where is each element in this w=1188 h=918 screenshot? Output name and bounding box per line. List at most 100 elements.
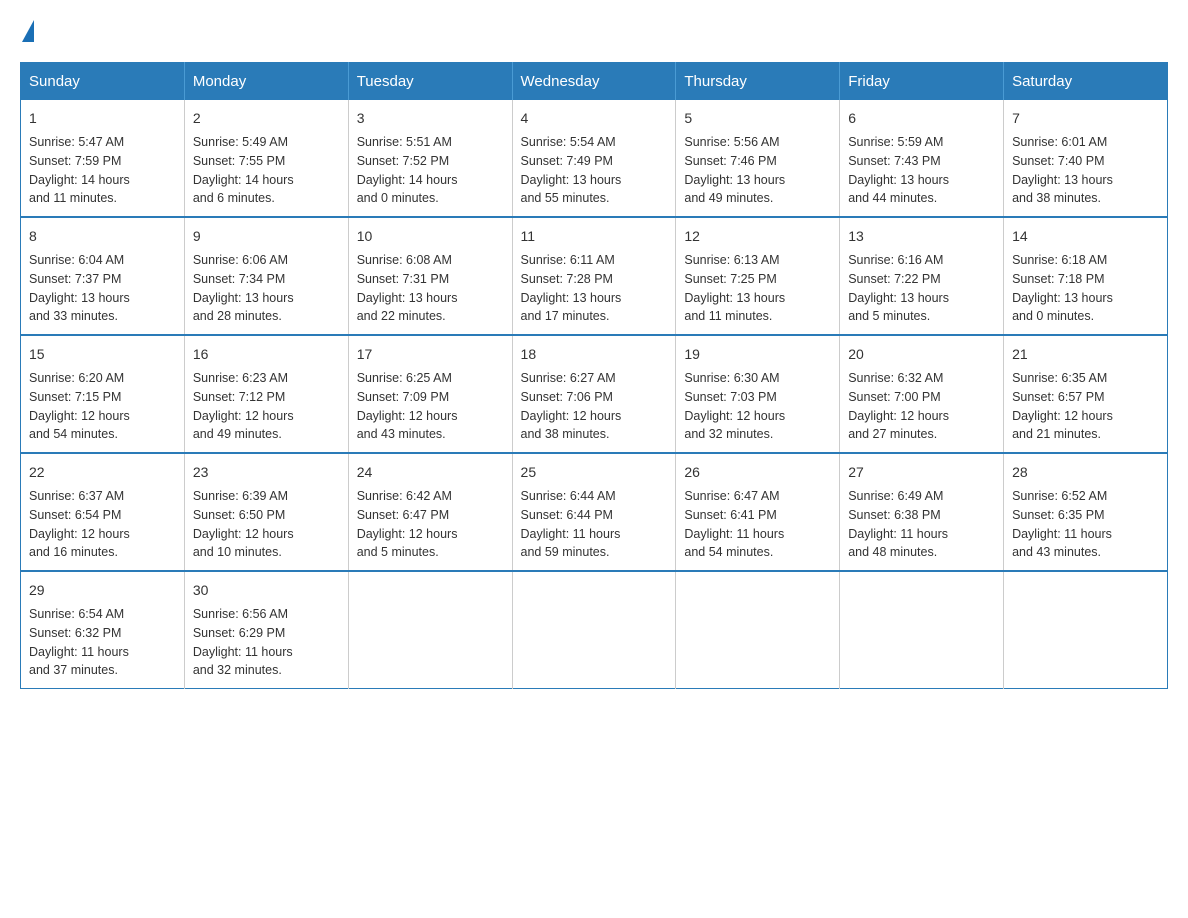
day-info: Sunrise: 5:56 AMSunset: 7:46 PMDaylight:… (684, 133, 831, 208)
calendar-cell (676, 571, 840, 689)
calendar-header-monday: Monday (184, 63, 348, 101)
calendar-cell: 19 Sunrise: 6:30 AMSunset: 7:03 PMDayligh… (676, 335, 840, 453)
calendar-header-sunday: Sunday (21, 63, 185, 101)
day-info: Sunrise: 6:11 AMSunset: 7:28 PMDaylight:… (521, 251, 668, 326)
calendar-cell: 18 Sunrise: 6:27 AMSunset: 7:06 PMDayligh… (512, 335, 676, 453)
day-number: 30 (193, 580, 340, 601)
calendar-table: SundayMondayTuesdayWednesdayThursdayFrid… (20, 62, 1168, 689)
day-info: Sunrise: 6:06 AMSunset: 7:34 PMDaylight:… (193, 251, 340, 326)
day-info: Sunrise: 6:54 AMSunset: 6:32 PMDaylight:… (29, 605, 176, 680)
calendar-header-saturday: Saturday (1004, 63, 1168, 101)
day-number: 11 (521, 226, 668, 247)
day-number: 16 (193, 344, 340, 365)
day-number: 5 (684, 108, 831, 129)
day-info: Sunrise: 6:13 AMSunset: 7:25 PMDaylight:… (684, 251, 831, 326)
calendar-cell: 20 Sunrise: 6:32 AMSunset: 7:00 PMDayligh… (840, 335, 1004, 453)
calendar-week-3: 15 Sunrise: 6:20 AMSunset: 7:15 PMDayligh… (21, 335, 1168, 453)
calendar-header-thursday: Thursday (676, 63, 840, 101)
calendar-header-row: SundayMondayTuesdayWednesdayThursdayFrid… (21, 63, 1168, 101)
day-number: 19 (684, 344, 831, 365)
day-number: 29 (29, 580, 176, 601)
day-number: 8 (29, 226, 176, 247)
day-number: 12 (684, 226, 831, 247)
day-info: Sunrise: 6:39 AMSunset: 6:50 PMDaylight:… (193, 487, 340, 562)
calendar-cell: 24 Sunrise: 6:42 AMSunset: 6:47 PMDayligh… (348, 453, 512, 571)
calendar-cell: 14 Sunrise: 6:18 AMSunset: 7:18 PMDayligh… (1004, 217, 1168, 335)
calendar-cell: 23 Sunrise: 6:39 AMSunset: 6:50 PMDayligh… (184, 453, 348, 571)
day-number: 26 (684, 462, 831, 483)
calendar-cell: 3Sunrise: 5:51 AMSunset: 7:52 PMDaylight… (348, 100, 512, 217)
calendar-cell: 1Sunrise: 5:47 AMSunset: 7:59 PMDaylight… (21, 100, 185, 217)
day-number: 6 (848, 108, 995, 129)
calendar-cell: 13Sunrise: 6:16 AMSunset: 7:22 PMDayligh… (840, 217, 1004, 335)
calendar-week-1: 1Sunrise: 5:47 AMSunset: 7:59 PMDaylight… (21, 100, 1168, 217)
day-info: Sunrise: 6:49 AMSunset: 6:38 PMDaylight:… (848, 487, 995, 562)
calendar-cell: 21Sunrise: 6:35 AMSunset: 6:57 PMDayligh… (1004, 335, 1168, 453)
calendar-cell: 15 Sunrise: 6:20 AMSunset: 7:15 PMDayligh… (21, 335, 185, 453)
calendar-cell: 30 Sunrise: 6:56 AMSunset: 6:29 PMDayligh… (184, 571, 348, 689)
calendar-header-wednesday: Wednesday (512, 63, 676, 101)
day-info: Sunrise: 6:01 AMSunset: 7:40 PMDaylight:… (1012, 133, 1159, 208)
day-info: Sunrise: 5:49 AMSunset: 7:55 PMDaylight:… (193, 133, 340, 208)
day-info: Sunrise: 6:27 AMSunset: 7:06 PMDaylight:… (521, 369, 668, 444)
day-info: Sunrise: 6:44 AMSunset: 6:44 PMDaylight:… (521, 487, 668, 562)
day-number: 14 (1012, 226, 1159, 247)
calendar-header-tuesday: Tuesday (348, 63, 512, 101)
day-info: Sunrise: 6:30 AMSunset: 7:03 PMDaylight:… (684, 369, 831, 444)
day-info: Sunrise: 5:54 AMSunset: 7:49 PMDaylight:… (521, 133, 668, 208)
day-info: Sunrise: 6:25 AMSunset: 7:09 PMDaylight:… (357, 369, 504, 444)
calendar-week-5: 29 Sunrise: 6:54 AMSunset: 6:32 PMDayligh… (21, 571, 1168, 689)
calendar-cell: 22Sunrise: 6:37 AMSunset: 6:54 PMDayligh… (21, 453, 185, 571)
calendar-cell: 26 Sunrise: 6:47 AMSunset: 6:41 PMDayligh… (676, 453, 840, 571)
day-info: Sunrise: 6:52 AMSunset: 6:35 PMDaylight:… (1012, 487, 1159, 562)
calendar-cell: 16 Sunrise: 6:23 AMSunset: 7:12 PMDayligh… (184, 335, 348, 453)
day-info: Sunrise: 6:56 AMSunset: 6:29 PMDaylight:… (193, 605, 340, 680)
calendar-cell (840, 571, 1004, 689)
calendar-cell: 8 Sunrise: 6:04 AMSunset: 7:37 PMDaylight… (21, 217, 185, 335)
day-number: 2 (193, 108, 340, 129)
day-number: 24 (357, 462, 504, 483)
day-info: Sunrise: 6:04 AMSunset: 7:37 PMDaylight:… (29, 251, 176, 326)
day-info: Sunrise: 6:16 AMSunset: 7:22 PMDaylight:… (848, 251, 995, 326)
calendar-cell: 17 Sunrise: 6:25 AMSunset: 7:09 PMDayligh… (348, 335, 512, 453)
day-number: 15 (29, 344, 176, 365)
day-info: Sunrise: 6:20 AMSunset: 7:15 PMDaylight:… (29, 369, 176, 444)
day-info: Sunrise: 6:32 AMSunset: 7:00 PMDaylight:… (848, 369, 995, 444)
day-number: 20 (848, 344, 995, 365)
page-header (20, 20, 1168, 42)
calendar-cell: 11 Sunrise: 6:11 AMSunset: 7:28 PMDayligh… (512, 217, 676, 335)
day-info: Sunrise: 6:47 AMSunset: 6:41 PMDaylight:… (684, 487, 831, 562)
day-info: Sunrise: 6:23 AMSunset: 7:12 PMDaylight:… (193, 369, 340, 444)
calendar-cell: 29 Sunrise: 6:54 AMSunset: 6:32 PMDayligh… (21, 571, 185, 689)
day-number: 28 (1012, 462, 1159, 483)
calendar-cell: 6 Sunrise: 5:59 AMSunset: 7:43 PMDaylight… (840, 100, 1004, 217)
calendar-cell: 5 Sunrise: 5:56 AMSunset: 7:46 PMDaylight… (676, 100, 840, 217)
calendar-cell: 9 Sunrise: 6:06 AMSunset: 7:34 PMDaylight… (184, 217, 348, 335)
calendar-cell (348, 571, 512, 689)
day-number: 3 (357, 108, 504, 129)
day-info: Sunrise: 5:47 AMSunset: 7:59 PMDaylight:… (29, 133, 176, 208)
day-number: 4 (521, 108, 668, 129)
day-info: Sunrise: 6:37 AMSunset: 6:54 PMDaylight:… (29, 487, 176, 562)
day-info: Sunrise: 6:42 AMSunset: 6:47 PMDaylight:… (357, 487, 504, 562)
day-number: 17 (357, 344, 504, 365)
logo (20, 20, 34, 42)
calendar-cell: 4 Sunrise: 5:54 AMSunset: 7:49 PMDaylight… (512, 100, 676, 217)
calendar-week-2: 8 Sunrise: 6:04 AMSunset: 7:37 PMDaylight… (21, 217, 1168, 335)
logo-triangle-icon (22, 20, 34, 42)
day-info: Sunrise: 5:59 AMSunset: 7:43 PMDaylight:… (848, 133, 995, 208)
calendar-cell: 12 Sunrise: 6:13 AMSunset: 7:25 PMDayligh… (676, 217, 840, 335)
calendar-cell: 10 Sunrise: 6:08 AMSunset: 7:31 PMDayligh… (348, 217, 512, 335)
day-info: Sunrise: 6:18 AMSunset: 7:18 PMDaylight:… (1012, 251, 1159, 326)
calendar-cell: 28 Sunrise: 6:52 AMSunset: 6:35 PMDayligh… (1004, 453, 1168, 571)
calendar-cell: 2 Sunrise: 5:49 AMSunset: 7:55 PMDaylight… (184, 100, 348, 217)
day-number: 18 (521, 344, 668, 365)
calendar-cell: 27 Sunrise: 6:49 AMSunset: 6:38 PMDayligh… (840, 453, 1004, 571)
calendar-cell: 7Sunrise: 6:01 AMSunset: 7:40 PMDaylight… (1004, 100, 1168, 217)
day-number: 10 (357, 226, 504, 247)
day-number: 23 (193, 462, 340, 483)
day-number: 27 (848, 462, 995, 483)
calendar-cell (512, 571, 676, 689)
day-info: Sunrise: 6:08 AMSunset: 7:31 PMDaylight:… (357, 251, 504, 326)
day-number: 9 (193, 226, 340, 247)
